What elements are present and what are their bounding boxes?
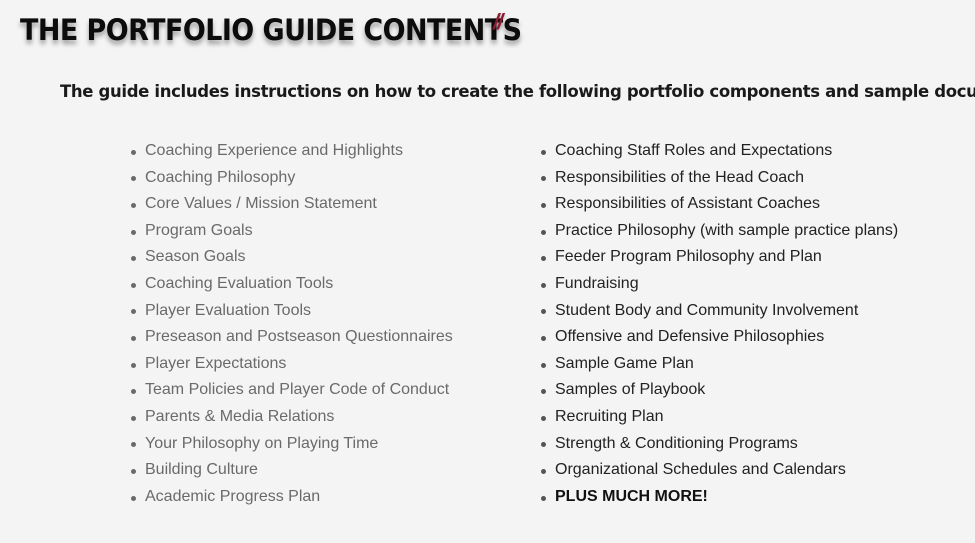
bullet-icon [541, 389, 546, 395]
list-item: Strength & Conditioning Programs [541, 431, 898, 458]
list-item: Coaching Experience and Highlights [131, 138, 453, 165]
bullet-icon [131, 495, 136, 501]
list-item-label: Strength & Conditioning Programs [555, 434, 798, 452]
bullet-icon [131, 176, 136, 182]
bullet-icon [541, 256, 546, 262]
title-accent-slashes: // [493, 9, 503, 34]
list-item: Preseason and Postseason Questionnaires [131, 324, 453, 351]
list-item-label: Building Culture [145, 461, 258, 479]
list-item-label: Responsibilities of the Head Coach [555, 168, 805, 186]
list-item-label: Coaching Evaluation Tools [145, 274, 334, 292]
bullet-icon [131, 362, 136, 368]
bullet-icon [131, 282, 136, 288]
list-item-label: Responsibilities of Assistant Coaches [555, 195, 821, 213]
bullet-icon [541, 495, 546, 501]
list-item-label: Parents & Media Relations [145, 407, 335, 425]
list-item: Coaching Evaluation Tools [131, 271, 453, 298]
list-item: Coaching Staff Roles and Expectations [541, 138, 898, 165]
list-item-label: Academic Progress Plan [145, 487, 321, 505]
list-item-label: Core Values / Mission Statement [145, 195, 377, 213]
list-item-label: Program Goals [145, 221, 253, 239]
list-item: Team Policies and Player Code of Conduct [131, 377, 453, 404]
list-item: Building Culture [131, 457, 453, 484]
list-item-label: Team Policies and Player Code of Conduct [145, 381, 450, 399]
list-item-label: Coaching Staff Roles and Expectations [555, 142, 833, 159]
list-item: Responsibilities of the Head Coach [541, 165, 898, 192]
list-item-label: PLUS MUCH MORE! [555, 487, 708, 505]
list-item: Parents & Media Relations [131, 404, 453, 431]
bullet-icon [131, 256, 136, 262]
bullet-icon [541, 442, 546, 448]
bullet-icon [131, 149, 136, 155]
list-item: Player Expectations [131, 351, 453, 378]
bullet-icon [131, 202, 136, 208]
list-item-label: Recruiting Plan [555, 407, 664, 425]
list-item: Offensive and Defensive Philosophies [541, 324, 898, 351]
list-item-label: Player Expectations [145, 354, 287, 372]
contents-list-left: Coaching Experience and Highlights Coachi… [131, 138, 453, 510]
page-title: THE PORTFOLIO GUIDE CONTENTS [20, 13, 522, 47]
bullet-icon [541, 149, 546, 155]
bullet-icon [131, 468, 136, 474]
list-item-label: Coaching Philosophy [145, 168, 296, 186]
list-item: Samples of Playbook [541, 377, 898, 404]
bullet-icon [541, 362, 546, 368]
section-header: THE PORTFOLIO GUIDE CONTENTS [20, 10, 559, 50]
list-item: Recruiting Plan [541, 404, 898, 431]
list-item: Sample Game Plan [541, 351, 898, 378]
list-item: Program Goals [131, 218, 453, 245]
list-item: Responsibilities of Assistant Coaches [541, 191, 898, 218]
bullet-icon [541, 335, 546, 341]
bullet-icon [131, 415, 136, 421]
list-item: Fundraising [541, 271, 898, 298]
bullet-icon [131, 229, 136, 235]
list-item: Season Goals [131, 244, 453, 271]
bullet-icon [541, 309, 546, 315]
list-item: Core Values / Mission Statement [131, 191, 453, 218]
list-item-label: Practice Philosophy (with sample practic… [555, 221, 899, 239]
list-item: Academic Progress Plan [131, 484, 453, 511]
bullet-icon [541, 202, 546, 208]
contents-list-right: Coaching Staff Roles and Expectations Res… [541, 138, 898, 510]
bullet-icon [131, 389, 136, 395]
list-item: Player Evaluation Tools [131, 298, 453, 325]
list-item-label: Samples of Playbook [555, 381, 706, 399]
list-item-label: Player Evaluation Tools [145, 301, 312, 319]
list-item-label: Feeder Program Philosophy and Plan [555, 248, 822, 266]
list-item-label: Fundraising [555, 274, 639, 292]
bullet-icon [131, 335, 136, 341]
bullet-icon [131, 309, 136, 315]
list-item-label: Offensive and Defensive Philosophies [555, 328, 825, 346]
intro-text: The guide includes instructions on how t… [60, 82, 975, 101]
list-item: Practice Philosophy (with sample practic… [541, 218, 898, 245]
bullet-icon [541, 176, 546, 182]
bullet-icon [131, 442, 136, 448]
bullet-icon [541, 282, 546, 288]
list-item-label: Sample Game Plan [555, 354, 694, 372]
list-item-label: Student Body and Community Involvement [555, 301, 859, 319]
list-item-label: Your Philosophy on Playing Time [145, 434, 379, 452]
list-item: PLUS MUCH MORE! [541, 484, 898, 511]
list-item: Organizational Schedules and Calendars [541, 457, 898, 484]
bullet-icon [541, 415, 546, 421]
list-item-label: Preseason and Postseason Questionnaires [145, 328, 453, 346]
list-item: Coaching Philosophy [131, 165, 453, 192]
bullet-icon [541, 229, 546, 235]
list-item: Your Philosophy on Playing Time [131, 431, 453, 458]
list-item: Feeder Program Philosophy and Plan [541, 244, 898, 271]
bullet-icon [541, 468, 546, 474]
list-item-label: Coaching Experience and Highlights [145, 142, 403, 159]
list-item-label: Season Goals [145, 248, 246, 266]
list-item-label: Organizational Schedules and Calendars [555, 461, 846, 479]
list-item: Student Body and Community Involvement [541, 298, 898, 325]
